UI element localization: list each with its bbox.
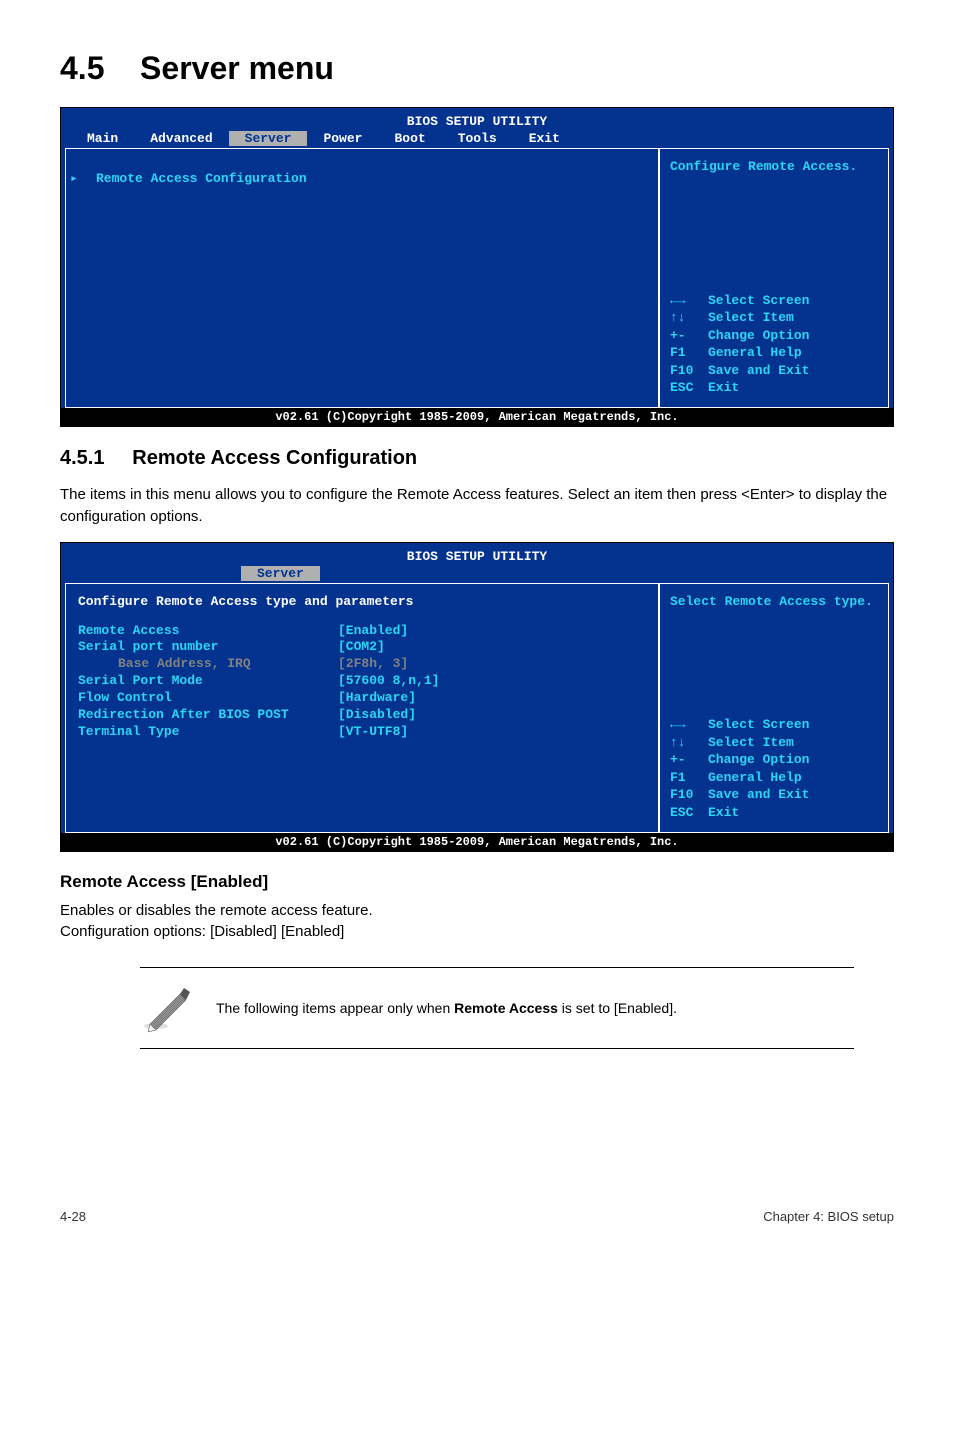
key-esc: ESC: [670, 379, 708, 397]
key-f10: F10: [670, 362, 708, 380]
bios-title-2: BIOS SETUP UTILITY: [61, 543, 893, 566]
key-pm-label: Change Option: [708, 327, 809, 345]
key-lr: ←→: [670, 292, 708, 310]
bios-screenshot-2: BIOS SETUP UTILITY Server Configure Remo…: [60, 542, 894, 852]
option-description: Enables or disables the remote access fe…: [60, 900, 894, 944]
help-keys-2: ←→Select Screen ↑↓Select Item +-Change O…: [670, 716, 878, 821]
config-heading: Configure Remote Access type and paramet…: [78, 594, 646, 609]
page-footer: 4-28 Chapter 4: BIOS setup: [60, 1209, 894, 1224]
bios-left-pane: ▸ Remote Access Configuration: [65, 148, 659, 408]
option-heading: Remote Access [Enabled]: [60, 872, 894, 892]
config-value: [COM2]: [338, 639, 646, 656]
key-pm-2: +-: [670, 751, 708, 769]
menu-item-remote-access: Remote Access Configuration: [78, 171, 307, 186]
bios-title: BIOS SETUP UTILITY: [61, 108, 893, 131]
note-text: The following items appear only when Rem…: [216, 1000, 677, 1016]
section-heading: 4.5 Server menu: [60, 50, 894, 87]
chapter-label: Chapter 4: BIOS setup: [763, 1209, 894, 1224]
pencil-icon: [140, 982, 192, 1034]
option-line-1: Enables or disables the remote access fe…: [60, 902, 373, 919]
key-ud-label-2: Select Item: [708, 734, 794, 752]
bios-right-pane: Configure Remote Access. ←→Select Screen…: [659, 148, 889, 408]
bios-tab-bar: Main Advanced Server Power Boot Tools Ex…: [61, 131, 893, 148]
tab-boot: Boot: [378, 131, 441, 146]
key-lr-label-2: Select Screen: [708, 716, 809, 734]
config-label: Base Address, IRQ: [78, 656, 338, 673]
tab-server: Server: [229, 131, 308, 146]
note-prefix: The following items appear only when: [216, 1000, 454, 1016]
config-label: Redirection After BIOS POST: [78, 707, 338, 724]
subsection-number: 4.5.1: [60, 447, 104, 469]
key-f10-2: F10: [670, 786, 708, 804]
subsection-heading: 4.5.1 Remote Access Configuration: [60, 447, 894, 470]
key-f1-label-2: General Help: [708, 769, 802, 787]
config-row: Serial port number[COM2]: [78, 639, 646, 656]
key-ud-label: Select Item: [708, 309, 794, 327]
bios-right-pane-2: Select Remote Access type. ←→Select Scre…: [659, 583, 889, 833]
config-value: [Enabled]: [338, 623, 646, 640]
note-bold: Remote Access: [454, 1000, 558, 1016]
bios-left-pane-2: Configure Remote Access type and paramet…: [65, 583, 659, 833]
option-line-2: Configuration options: [Disabled] [Enabl…: [60, 923, 344, 940]
key-pm: +-: [670, 327, 708, 345]
tab-exit: Exit: [513, 131, 576, 146]
key-esc-2: ESC: [670, 804, 708, 822]
config-label: Serial Port Mode: [78, 673, 338, 690]
note-suffix: is set to [Enabled].: [558, 1000, 677, 1016]
help-description: Configure Remote Access.: [670, 159, 878, 174]
bios-footer-2: v02.61 (C)Copyright 1985-2009, American …: [61, 833, 893, 851]
key-esc-label-2: Exit: [708, 804, 739, 822]
key-lr-2: ←→: [670, 716, 708, 734]
tab-server-2: Server: [241, 566, 320, 581]
config-row: Serial Port Mode[57600 8,n,1]: [78, 673, 646, 690]
config-row: Remote Access[Enabled]: [78, 623, 646, 640]
bios-footer: v02.61 (C)Copyright 1985-2009, American …: [61, 408, 893, 426]
tab-power: Power: [307, 131, 378, 146]
key-lr-label: Select Screen: [708, 292, 809, 310]
subsection-title: Remote Access Configuration: [132, 447, 417, 469]
submenu-marker-icon: ▸: [70, 171, 78, 186]
key-ud: ↑↓: [670, 309, 708, 327]
key-f1: F1: [670, 344, 708, 362]
key-f10-label: Save and Exit: [708, 362, 809, 380]
tab-tools: Tools: [442, 131, 513, 146]
tab-main: Main: [71, 131, 134, 146]
key-f1-label: General Help: [708, 344, 802, 362]
config-value: [2F8h, 3]: [338, 656, 646, 673]
config-row: Redirection After BIOS POST[Disabled]: [78, 707, 646, 724]
config-value: [Disabled]: [338, 707, 646, 724]
key-f10-label-2: Save and Exit: [708, 786, 809, 804]
section-number: 4.5: [60, 50, 104, 86]
section-title: Server menu: [140, 50, 334, 86]
subsection-description: The items in this menu allows you to con…: [60, 484, 894, 528]
config-value: [57600 8,n,1]: [338, 673, 646, 690]
tab-advanced: Advanced: [134, 131, 228, 146]
help-description-2: Select Remote Access type.: [670, 594, 878, 609]
config-row: Base Address, IRQ[2F8h, 3]: [78, 656, 646, 673]
config-row: Terminal Type[VT-UTF8]: [78, 724, 646, 741]
note-box: The following items appear only when Rem…: [140, 967, 854, 1049]
config-label: Remote Access: [78, 623, 338, 640]
config-label: Flow Control: [78, 690, 338, 707]
config-label: Serial port number: [78, 639, 338, 656]
help-keys: ←→Select Screen ↑↓Select Item +-Change O…: [670, 292, 878, 397]
page-number: 4-28: [60, 1209, 86, 1224]
config-label: Terminal Type: [78, 724, 338, 741]
key-pm-label-2: Change Option: [708, 751, 809, 769]
bios-screenshot-1: BIOS SETUP UTILITY Main Advanced Server …: [60, 107, 894, 427]
key-esc-label: Exit: [708, 379, 739, 397]
config-value: [Hardware]: [338, 690, 646, 707]
config-value: [VT-UTF8]: [338, 724, 646, 741]
key-f1-2: F1: [670, 769, 708, 787]
bios-tab-bar-2: Server: [61, 566, 893, 583]
config-row: Flow Control[Hardware]: [78, 690, 646, 707]
key-ud-2: ↑↓: [670, 734, 708, 752]
